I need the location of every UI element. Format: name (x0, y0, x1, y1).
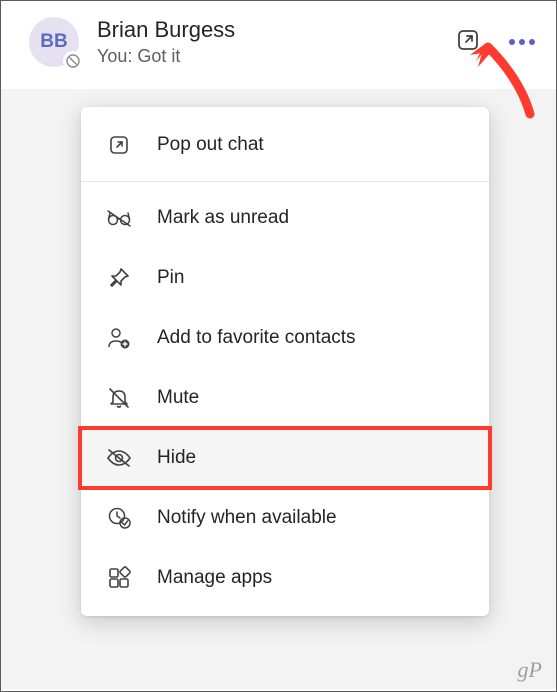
glasses-icon (105, 204, 133, 232)
last-message: You: Got it (97, 46, 452, 67)
more-options-button[interactable] (506, 26, 538, 58)
pop-out-button[interactable] (452, 26, 484, 58)
presence-offline-icon (63, 51, 83, 71)
eye-off-icon (105, 444, 133, 472)
chat-list-item[interactable]: BB Brian Burgess You: Got it (1, 1, 556, 89)
avatar-initials: BB (40, 31, 67, 53)
menu-separator (81, 181, 489, 182)
menu-item-notify[interactable]: Notify when available (81, 488, 489, 548)
pin-icon (105, 264, 133, 292)
menu-item-add-favorite[interactable]: Add to favorite contacts (81, 308, 489, 368)
contact-name: Brian Burgess (97, 17, 452, 43)
more-horizontal-icon (508, 33, 536, 51)
context-menu: Pop out chat Mark as unread (81, 107, 489, 616)
menu-label: Notify when available (157, 507, 337, 529)
menu-item-hide[interactable]: Hide (81, 428, 489, 488)
chat-actions (452, 26, 538, 58)
watermark: gP (518, 657, 542, 683)
menu-label: Manage apps (157, 567, 272, 589)
pop-out-icon (105, 131, 133, 159)
menu-item-manage-apps[interactable]: Manage apps (81, 548, 489, 608)
menu-label: Add to favorite contacts (157, 327, 356, 349)
menu-label: Mark as unread (157, 207, 289, 229)
menu-label: Hide (157, 447, 196, 469)
app-frame: BB Brian Burgess You: Got it (0, 0, 557, 692)
apps-icon (105, 564, 133, 592)
bell-off-icon (105, 384, 133, 412)
menu-item-mark-unread[interactable]: Mark as unread (81, 188, 489, 248)
menu-item-mute[interactable]: Mute (81, 368, 489, 428)
clock-check-icon (105, 504, 133, 532)
menu-label: Pop out chat (157, 134, 264, 156)
highlight-annotation (78, 426, 492, 490)
chat-info: Brian Burgess You: Got it (97, 17, 452, 66)
menu-label: Mute (157, 387, 199, 409)
pop-out-icon (454, 26, 482, 59)
person-add-icon (105, 324, 133, 352)
menu-label: Pin (157, 267, 184, 289)
avatar: BB (29, 17, 79, 67)
menu-item-pin[interactable]: Pin (81, 248, 489, 308)
menu-item-pop-out[interactable]: Pop out chat (81, 115, 489, 175)
